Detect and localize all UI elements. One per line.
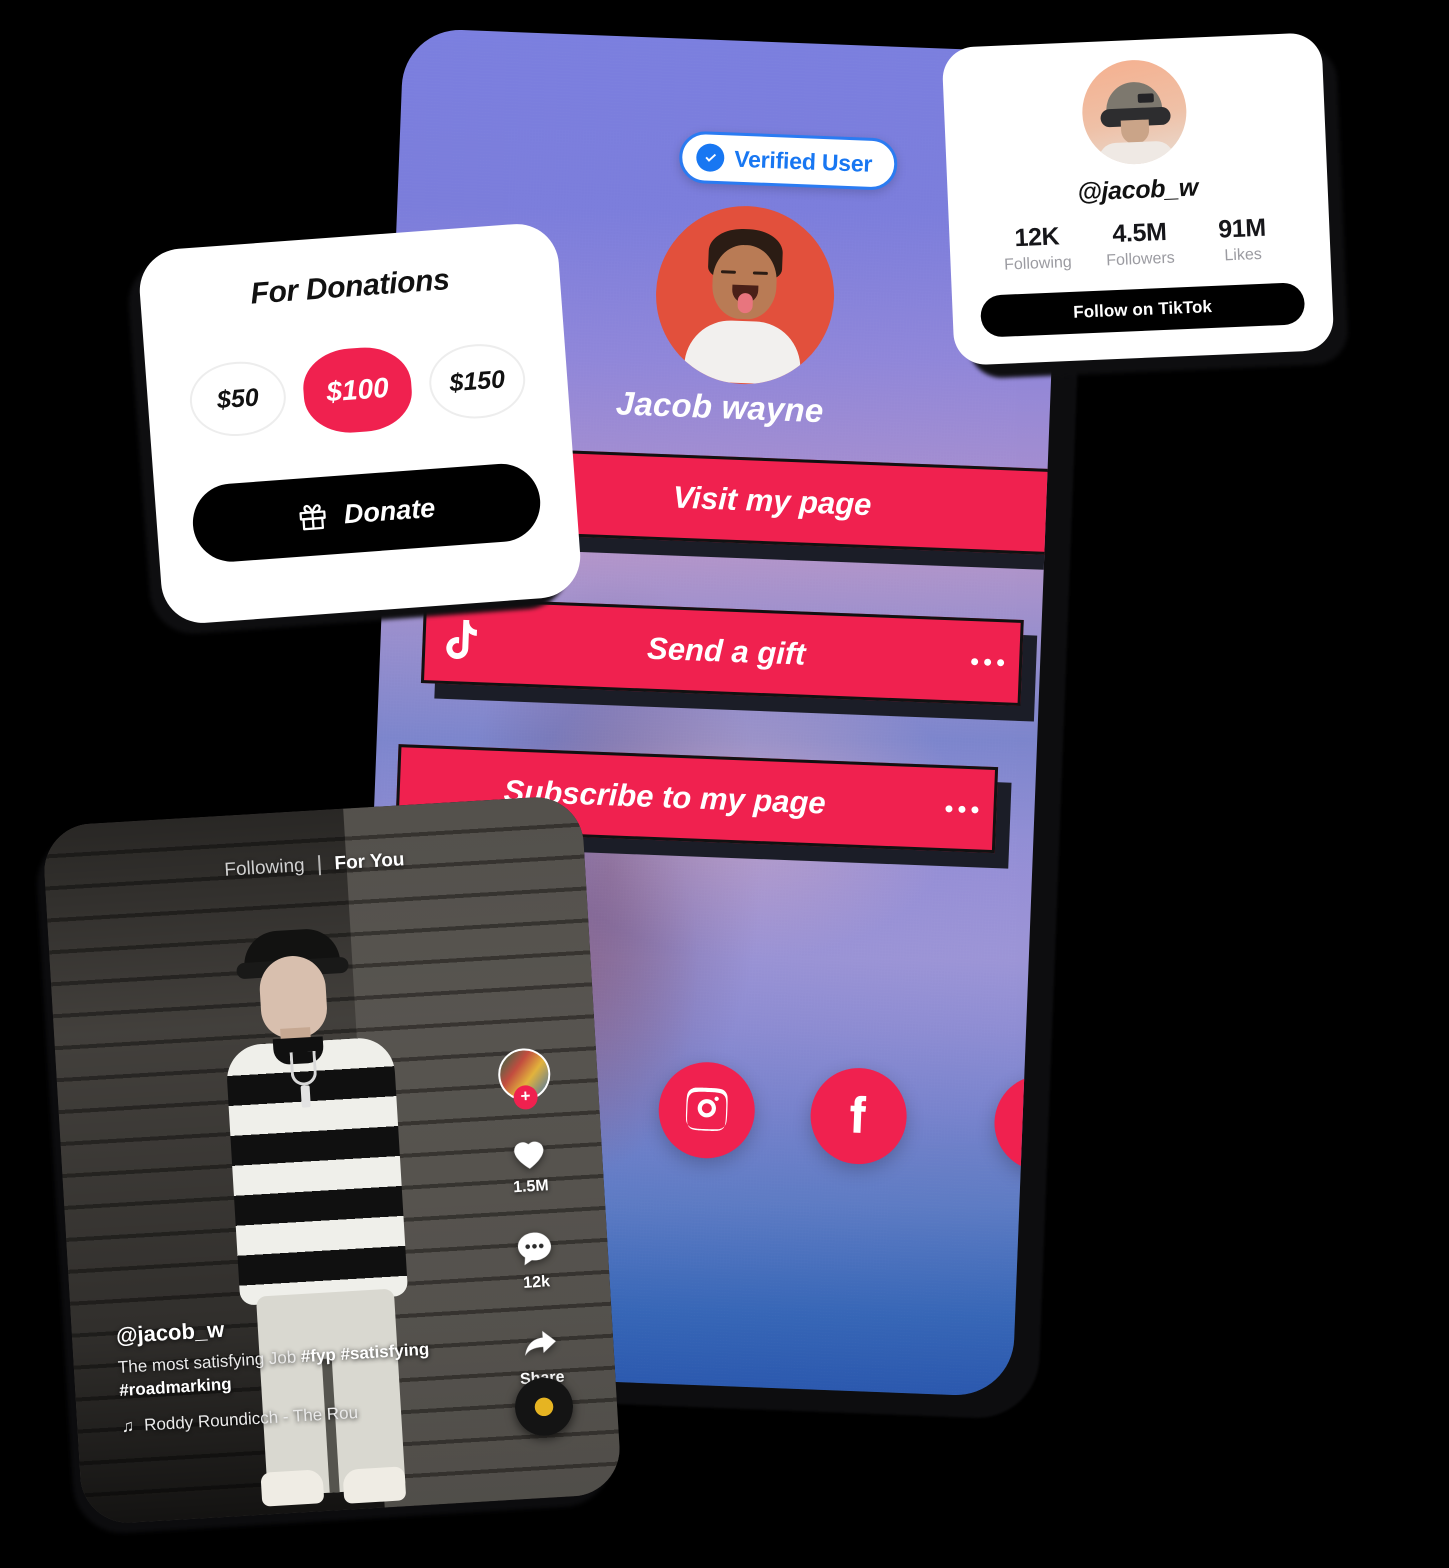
video-description-text: The most satisfying Job [117, 1347, 302, 1378]
video-description: The most satisfying Job #fyp #satisfying… [117, 1338, 449, 1403]
donation-amount-50[interactable]: $50 [187, 358, 289, 440]
avatar [1080, 57, 1189, 167]
donation-amount-150[interactable]: $150 [426, 340, 528, 422]
tiktok-icon [425, 618, 499, 665]
tab-separator [318, 855, 322, 876]
share-icon [517, 1321, 564, 1368]
verified-user-label: Verified User [733, 145, 873, 177]
link-button-label: Visit my page [672, 479, 873, 523]
avatar-illustration [678, 225, 812, 386]
social-button-facebook[interactable] [808, 1066, 909, 1166]
verified-user-badge: Verified User [678, 130, 899, 191]
donation-amount-100-selected[interactable]: $100 [300, 344, 415, 436]
profile-stats: 12K Following 4.5M Followers 91M Likes [977, 212, 1303, 276]
creator-avatar[interactable]: + [496, 1046, 552, 1111]
more-options-icon[interactable] [955, 657, 1019, 666]
donations-card: For Donations $50 $100 $150 Donate [125, 221, 584, 637]
donate-button-label: Donate [342, 492, 437, 529]
social-button-instagram[interactable] [656, 1060, 757, 1161]
more-options-icon[interactable] [929, 804, 993, 813]
stat-value: 12K [1013, 222, 1060, 253]
link-button-label: Send a gift [646, 630, 807, 672]
stat-label: Likes [1224, 245, 1263, 265]
tab-for-you[interactable]: For You [334, 849, 405, 875]
like-count: 1.5M [512, 1177, 550, 1197]
music-note-icon: ♫ [120, 1416, 135, 1436]
stat-value: 91M [1217, 213, 1267, 244]
stat-label: Following [1003, 253, 1073, 274]
like-action[interactable]: 1.5M [489, 1128, 571, 1199]
comment-icon [511, 1225, 558, 1272]
composition-stage: Verified User Jacob wayne Visit my page [0, 0, 1449, 1568]
tiktok-video-card: Following For You + 1.5M 12k @jacob_w Th… [34, 794, 623, 1536]
stat-value: 4.5M [1111, 217, 1167, 249]
stat-likes: 91M Likes [1190, 213, 1295, 267]
video-caption: @jacob_w The most satisfying Job #fyp #s… [115, 1304, 451, 1437]
profile-card: @jacob_w 12K Following 4.5M Followers 91… [941, 32, 1350, 380]
donate-button[interactable]: Donate [190, 461, 543, 565]
facebook-icon [833, 1088, 885, 1145]
comment-count: 12k [522, 1273, 551, 1292]
gift-icon [297, 501, 329, 533]
stat-label: Followers [1105, 249, 1176, 270]
follow-plus-icon[interactable]: + [512, 1084, 539, 1111]
instagram-icon [681, 1082, 733, 1139]
social-links-row [656, 1060, 909, 1166]
heart-icon [506, 1129, 553, 1176]
comment-action[interactable]: 12k [494, 1224, 576, 1295]
stat-followers: 4.5M Followers [1088, 217, 1193, 271]
profile-handle: @jacob_w [1076, 173, 1199, 207]
verified-check-icon [695, 143, 725, 173]
follow-on-tiktok-button[interactable]: Follow on TikTok [979, 282, 1306, 338]
donation-amount-options: $50 $100 $150 [181, 335, 534, 444]
stat-following: 12K Following [985, 221, 1090, 275]
donations-title: For Donations [249, 263, 451, 311]
